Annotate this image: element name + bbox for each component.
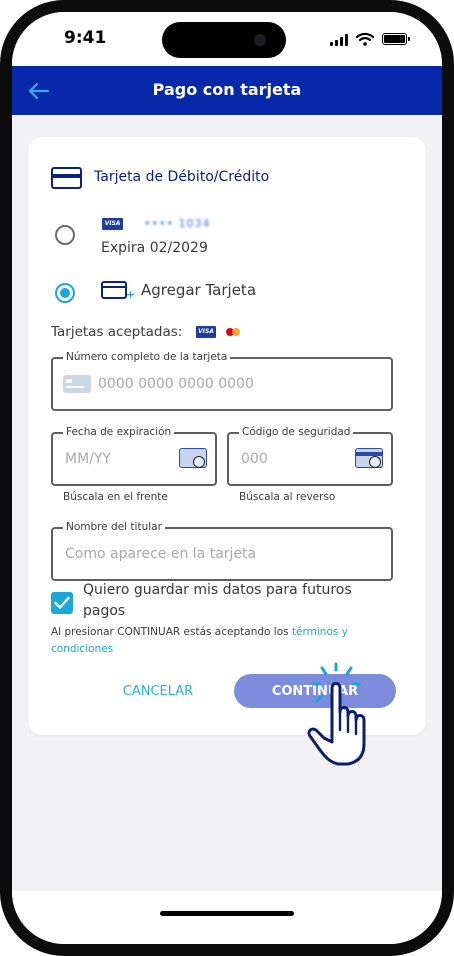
card-number-input[interactable] <box>98 373 378 395</box>
expiry-input[interactable] <box>65 448 165 470</box>
checkmark-icon <box>54 596 70 609</box>
mastercard-logo-icon <box>224 326 242 338</box>
card-placeholder-icon <box>63 375 91 393</box>
accepted-cards-label: Tarjetas aceptadas: <box>51 324 183 340</box>
cardholder-input[interactable] <box>65 543 375 565</box>
cardholder-field[interactable]: Nombre del titular <box>51 520 393 581</box>
phone-frame: 9:41 Pago con tarjeta Tarjeta de Débito/… <box>0 0 454 956</box>
page-title: Pago con tarjeta <box>152 80 302 99</box>
wifi-icon <box>356 32 374 46</box>
save-data-label[interactable]: Quiero guardar mis datos para futuros pa… <box>83 580 383 622</box>
status-time: 9:41 <box>64 28 107 48</box>
cancel-button[interactable]: CANCELAR <box>108 676 208 706</box>
visa-logo-icon: VISA <box>196 326 216 338</box>
dynamic-island <box>162 22 286 58</box>
cvv-helper: Búscala al reverso <box>239 491 336 503</box>
battery-icon <box>382 33 410 45</box>
credit-card-icon <box>51 167 82 189</box>
saved-card-expiry: Expira 02/2029 <box>101 240 208 256</box>
signal-icon <box>330 34 350 46</box>
add-card-radio[interactable] <box>55 283 75 303</box>
save-data-checkbox[interactable] <box>51 592 73 614</box>
payment-card: Tarjeta de Débito/Crédito VISA •••• 1034… <box>28 137 426 735</box>
legal-text: Al presionar CONTINUAR estás aceptando l… <box>51 624 411 658</box>
magnifier-icon <box>193 456 205 468</box>
plus-icon: + <box>126 288 136 301</box>
saved-card-number: •••• 1034 <box>144 217 211 230</box>
card-number-field[interactable]: Número completo de la tarjeta <box>51 350 393 411</box>
expiry-helper: Búscala en el frente <box>63 491 168 503</box>
app-header: Pago con tarjeta <box>12 66 442 115</box>
cardholder-label: Nombre del titular <box>63 520 165 534</box>
bottom-area <box>12 891 442 944</box>
card-number-label: Número completo de la tarjeta <box>63 350 231 364</box>
add-card-label[interactable]: Agregar Tarjeta <box>141 281 256 299</box>
expiry-label: Fecha de expiración <box>63 425 175 439</box>
legal-prefix: Al presionar CONTINUAR estás aceptando l… <box>51 626 292 638</box>
expiry-field[interactable]: Fecha de expiración <box>51 425 217 486</box>
camera-icon <box>254 34 266 46</box>
cvv-label: Código de seguridad <box>239 425 354 439</box>
visa-logo-icon: VISA <box>102 218 123 230</box>
magnifier-icon <box>369 456 381 468</box>
screen: 9:41 Pago con tarjeta Tarjeta de Débito/… <box>12 12 442 944</box>
cvv-input[interactable] <box>241 448 341 470</box>
home-indicator[interactable] <box>160 911 294 916</box>
cvv-field[interactable]: Código de seguridad <box>227 425 393 486</box>
status-bar: 9:41 <box>12 12 442 66</box>
section-title: Tarjeta de Débito/Crédito <box>94 169 270 185</box>
add-card-icon <box>101 281 127 299</box>
tap-hand-icon <box>307 662 366 766</box>
saved-card-radio[interactable] <box>55 225 75 245</box>
